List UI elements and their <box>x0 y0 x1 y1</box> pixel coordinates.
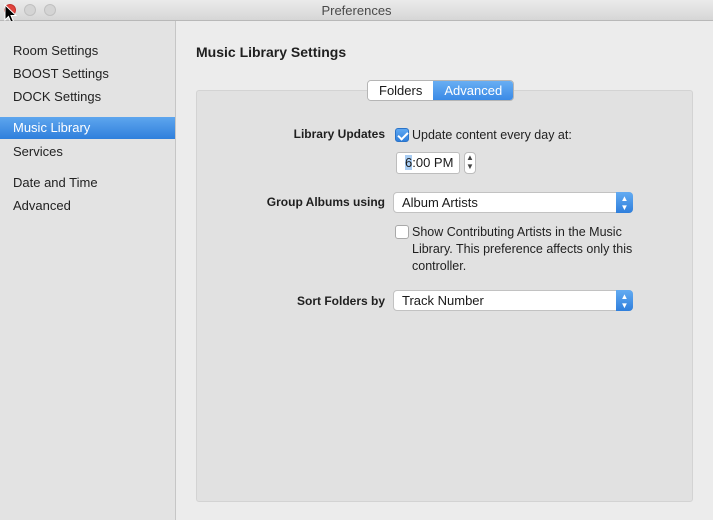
tab-bar: Folders Advanced <box>367 80 515 101</box>
sidebar-item-boost-settings[interactable]: BOOST Settings <box>0 63 175 85</box>
main-content: Music Library Settings Folders Advanced … <box>177 21 713 520</box>
sidebar-item-advanced[interactable]: Advanced <box>0 195 175 217</box>
chevron-up-down-icon[interactable]: ▲ ▼ <box>464 152 476 174</box>
title-bar: Preferences <box>0 0 713 24</box>
library-updates-label: Library Updates <box>293 127 385 141</box>
chevron-up-down-icon: ▲ ▼ <box>616 290 633 311</box>
sidebar-item-date-and-time[interactable]: Date and Time <box>0 172 175 194</box>
update-daily-checkbox[interactable] <box>395 128 409 142</box>
time-rest-segment: :00 PM <box>412 155 454 170</box>
chevron-up-down-icon: ▲ ▼ <box>616 192 633 213</box>
tab-folders[interactable]: Folders <box>368 81 434 100</box>
sidebar-item-services[interactable]: Services <box>0 141 175 163</box>
sidebar-item-music-library[interactable]: Music Library <box>0 117 175 139</box>
sort-folders-label: Sort Folders by <box>296 294 385 308</box>
sidebar-item-room-settings[interactable]: Room Settings <box>0 40 175 62</box>
tab-advanced[interactable]: Advanced <box>433 81 514 100</box>
update-time-field[interactable]: 6:00 PM <box>396 152 460 174</box>
page-title: Music Library Settings <box>196 44 347 60</box>
sidebar: Room Settings BOOST Settings DOCK Settin… <box>0 21 176 520</box>
update-daily-label: Update content every day at: <box>412 128 572 142</box>
group-albums-value: Album Artists <box>402 195 478 210</box>
window-title: Preferences <box>321 3 392 18</box>
show-contributing-artists-checkbox[interactable] <box>395 225 409 239</box>
group-albums-label: Group Albums using <box>266 195 385 209</box>
show-contributing-artists-label: Show Contributing Artists in the Music L… <box>412 224 632 275</box>
sidebar-item-dock-settings[interactable]: DOCK Settings <box>0 86 175 108</box>
group-albums-select[interactable]: Album Artists ▲ ▼ <box>393 192 633 213</box>
contributing-line-2: Library. This preference affects only th… <box>412 242 633 256</box>
sort-folders-select[interactable]: Track Number ▲ ▼ <box>393 290 633 311</box>
contributing-line-1: Show Contributing Artists in the Music <box>412 225 622 239</box>
sort-folders-value: Track Number <box>402 293 484 308</box>
contributing-line-3: controller. <box>412 259 467 273</box>
